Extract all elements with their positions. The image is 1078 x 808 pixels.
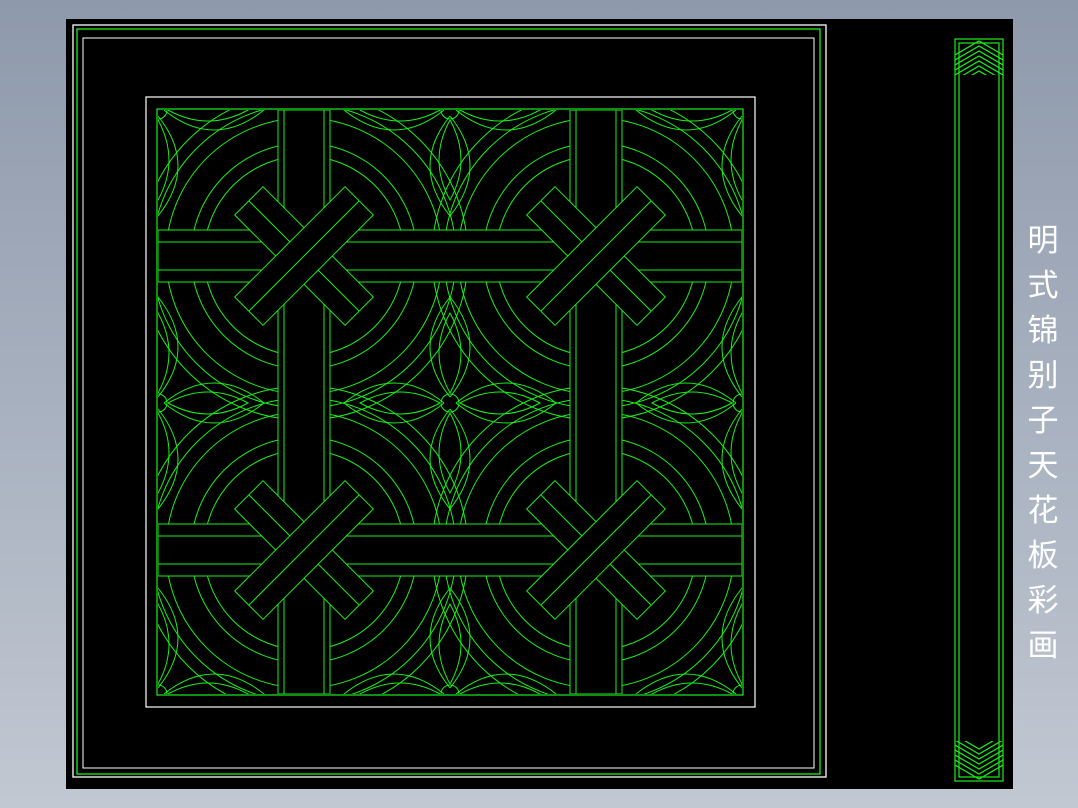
petal (438, 119, 462, 202)
petal (459, 391, 542, 415)
strip-chevron (955, 759, 1003, 775)
petal (147, 20, 169, 100)
strip-chevron (955, 45, 1003, 61)
petal (438, 311, 462, 394)
drawing-title: 明 式 锦 别 子 天 花 板 彩 画 (1023, 219, 1063, 669)
petal (438, 602, 462, 685)
lattice-pattern (66, 19, 848, 789)
title-char: 板 (1027, 538, 1059, 574)
petal (68, 392, 148, 414)
petal (748, 674, 848, 714)
petal (459, 110, 542, 122)
title-char: 锦 (1027, 313, 1059, 349)
petal (731, 20, 753, 100)
petal (722, 19, 762, 104)
inner-frame (82, 37, 815, 769)
petal (158, 311, 170, 394)
title-char: 花 (1027, 493, 1059, 529)
horizontal-band (158, 229, 742, 283)
petal (650, 391, 733, 415)
petal (358, 391, 441, 415)
petal (68, 683, 148, 705)
title-char: 明 (1027, 223, 1059, 259)
ceiling-panel-drawing (66, 19, 1004, 789)
strip-chevron (964, 741, 994, 750)
petal (167, 110, 250, 122)
petal (439, 704, 461, 784)
petal (430, 700, 470, 789)
title-strip (954, 38, 1004, 782)
petal (650, 110, 733, 122)
strip-chevron (955, 55, 1003, 71)
petal (66, 674, 152, 714)
cad-drawing-viewport[interactable]: 明 式 锦 别 子 天 花 板 彩 画 (66, 19, 1059, 789)
petal (731, 704, 753, 784)
petal (68, 99, 148, 121)
petal (730, 311, 742, 394)
strip-chevron (970, 70, 988, 75)
petal (438, 412, 462, 495)
strip-chevron (955, 749, 1003, 765)
title-char: 彩 (1027, 583, 1059, 619)
petal (730, 412, 742, 495)
strip-chevron (955, 744, 1003, 760)
strip-chevron (955, 741, 1003, 755)
petal (748, 90, 848, 130)
petal (66, 383, 152, 423)
petal (722, 700, 762, 789)
strip-chevron (955, 60, 1003, 75)
horizontal-band (158, 523, 742, 577)
petal (66, 90, 152, 130)
strip-chevron (962, 65, 996, 75)
petal (430, 19, 470, 104)
middle-frame (76, 28, 821, 775)
petal (730, 602, 742, 685)
petal (158, 119, 170, 202)
vertical-band (277, 110, 331, 694)
title-char: 画 (1027, 628, 1059, 664)
petal (167, 391, 250, 415)
petal (147, 704, 169, 784)
petal (358, 110, 441, 122)
petal (138, 700, 178, 789)
petal (158, 412, 170, 495)
petal (748, 383, 848, 423)
title-char: 天 (1027, 448, 1059, 484)
panel-outer-border (145, 96, 756, 708)
title-char: 式 (1027, 268, 1059, 304)
vertical-band (569, 110, 623, 694)
title-char: 别 (1027, 358, 1059, 394)
petal (730, 119, 742, 202)
petal (158, 602, 170, 685)
strip-chevron (955, 50, 1003, 66)
strip-chevron (955, 754, 1003, 770)
petal (138, 19, 178, 104)
panel-green-border (156, 108, 744, 696)
petal (439, 20, 461, 100)
title-char: 子 (1027, 403, 1059, 439)
